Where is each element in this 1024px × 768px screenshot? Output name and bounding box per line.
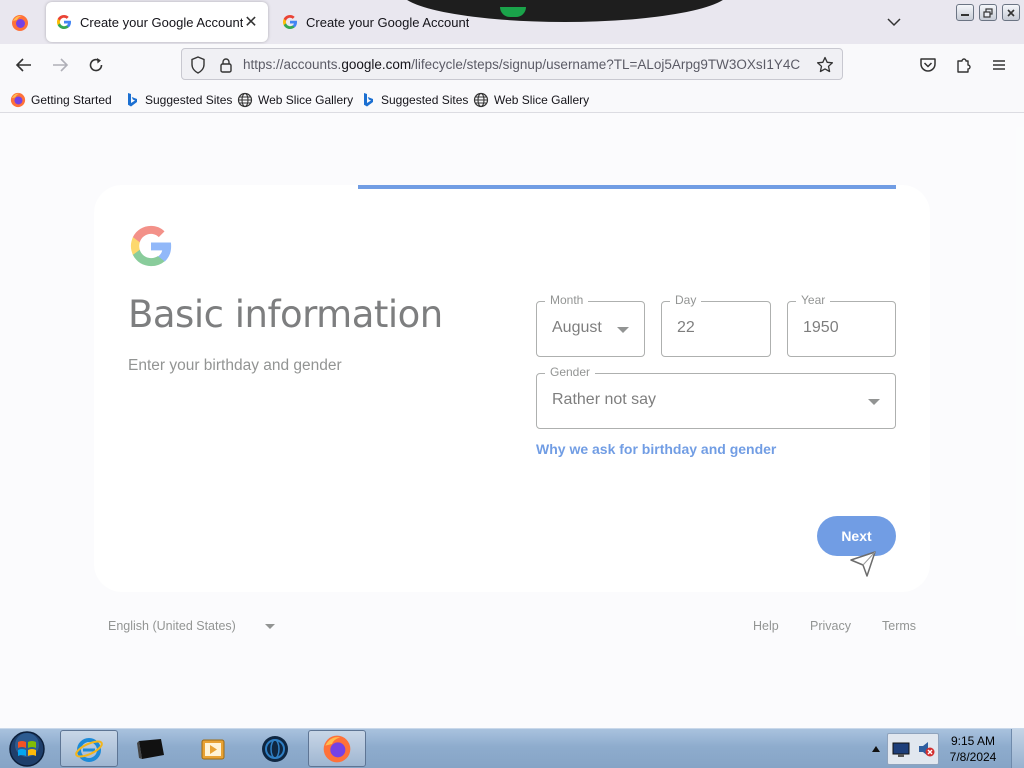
google-g-icon: [283, 15, 297, 29]
show-hidden-icons-button[interactable]: [869, 741, 883, 757]
pocket-icon: [920, 58, 936, 72]
close-window-button[interactable]: [1002, 4, 1020, 21]
hamburger-menu-icon: [993, 60, 1005, 70]
close-icon[interactable]: ✕: [242, 13, 260, 31]
page-viewport: Basic information Enter your birthday an…: [0, 113, 1024, 728]
restore-button[interactable]: [979, 4, 997, 21]
start-button[interactable]: [6, 730, 48, 768]
month-value: August: [552, 319, 602, 336]
day-value: 22: [677, 319, 695, 336]
media-player-icon: [201, 739, 225, 759]
tray-icons: [887, 733, 939, 765]
reload-button[interactable]: [82, 51, 110, 79]
bookmarks-toolbar: Getting Started Suggested Sites Web Slic…: [0, 86, 1024, 113]
restore-icon: [983, 7, 993, 18]
internet-explorer-icon: [75, 737, 103, 762]
firefox-icon: [12, 15, 28, 31]
clock-time: 9:15 AM: [950, 734, 996, 748]
taskbar-app-network[interactable]: [246, 730, 304, 767]
mouse-pointer-icon: [850, 551, 876, 577]
help-link[interactable]: Help: [753, 619, 779, 633]
windows-logo-icon: [9, 731, 45, 767]
language-selector[interactable]: English (United States): [108, 619, 236, 633]
system-tray: 9:15 AM 7/8/2024: [865, 729, 1024, 768]
tab-title: Create your Google Account: [80, 14, 244, 30]
bookmark-web-slice-gallery[interactable]: Web Slice Gallery: [473, 90, 589, 110]
privacy-link[interactable]: Privacy: [810, 619, 851, 633]
terminal-icon: [137, 738, 164, 759]
taskbar-app-media-player[interactable]: [184, 730, 242, 767]
year-label: Year: [796, 293, 831, 307]
arrow-right-icon: [53, 58, 69, 72]
tab-create-account-active[interactable]: Create your Google Account ✕: [46, 2, 268, 42]
puzzle-icon: [957, 58, 971, 73]
progress-bar-fill: [358, 185, 896, 189]
taskbar-app-terminal[interactable]: [122, 730, 180, 767]
menu-button[interactable]: [985, 51, 1013, 79]
forward-button[interactable]: [46, 51, 74, 79]
year-value: 1950: [803, 319, 839, 336]
volume-muted-icon[interactable]: [916, 739, 936, 759]
dropdown-arrow-icon[interactable]: [265, 624, 275, 629]
globe-icon: [473, 92, 489, 108]
chevron-down-icon: [887, 18, 901, 27]
clock-date: 7/8/2024: [949, 750, 997, 764]
firefox-icon: [10, 92, 26, 108]
globe-icon: [237, 92, 253, 108]
display-icon[interactable]: [891, 739, 911, 759]
chevron-up-icon: [872, 746, 880, 752]
bookmark-star-icon[interactable]: [814, 54, 836, 76]
page-title: Basic information: [128, 293, 443, 336]
back-button[interactable]: [10, 51, 38, 79]
signup-card: Basic information Enter your birthday an…: [94, 185, 930, 592]
clock[interactable]: 9:15 AM 7/8/2024: [941, 733, 1005, 765]
list-all-tabs-button[interactable]: [884, 12, 904, 32]
bookmark-suggested-sites[interactable]: Suggested Sites: [124, 90, 232, 110]
minimize-button[interactable]: [956, 4, 974, 21]
tab-title: Create your Google Account: [306, 14, 470, 30]
show-desktop-button[interactable]: [1011, 729, 1024, 768]
google-g-icon: [57, 15, 71, 29]
navigation-toolbar: https://accounts.google.com/lifecycle/st…: [0, 44, 1024, 86]
url-text[interactable]: https://accounts.google.com/lifecycle/st…: [243, 57, 805, 72]
address-bar[interactable]: https://accounts.google.com/lifecycle/st…: [181, 48, 843, 80]
dropdown-arrow-icon: [617, 327, 629, 333]
bookmark-web-slice-gallery[interactable]: Web Slice Gallery: [237, 90, 353, 110]
firefox-view-button[interactable]: [6, 10, 34, 36]
day-label: Day: [670, 293, 702, 307]
page-footer: English (United States) Help Privacy Ter…: [94, 616, 930, 640]
taskbar-app-firefox[interactable]: [308, 730, 366, 767]
reload-icon: [89, 58, 103, 72]
taskbar: 9:15 AM 7/8/2024: [0, 728, 1024, 768]
progress-bar: [128, 185, 896, 189]
dropdown-arrow-icon: [868, 399, 880, 405]
firefox-icon: [323, 735, 351, 762]
gender-label: Gender: [545, 365, 596, 379]
why-we-ask-link[interactable]: Why we ask for birthday and gender: [536, 441, 776, 457]
month-select[interactable]: Month August: [536, 293, 645, 357]
taskbar-app-internet-explorer[interactable]: [60, 730, 118, 767]
gender-value: Rather not say: [552, 391, 657, 408]
minimize-icon: [961, 13, 969, 16]
tracking-protection-icon[interactable]: [188, 55, 208, 75]
page-subtitle: Enter your birthday and gender: [128, 357, 342, 374]
month-label: Month: [545, 293, 589, 307]
tab-create-account[interactable]: Create your Google Account: [272, 2, 482, 42]
lock-icon[interactable]: [216, 55, 236, 75]
year-input[interactable]: Year 1950: [787, 293, 896, 357]
tab-bar: Create your Google Account ✕ Create your…: [0, 0, 1024, 44]
pocket-button[interactable]: [914, 51, 942, 79]
close-icon: [1007, 8, 1015, 17]
bing-icon: [124, 92, 140, 108]
terms-link[interactable]: Terms: [882, 619, 916, 633]
google-logo-icon: [130, 225, 172, 267]
bookmark-getting-started[interactable]: Getting Started: [10, 90, 112, 110]
extensions-button[interactable]: [950, 51, 978, 79]
bookmark-suggested-sites[interactable]: Suggested Sites: [360, 90, 468, 110]
network-globe-icon: [262, 735, 288, 762]
gender-select[interactable]: Gender Rather not say: [536, 365, 896, 429]
day-input[interactable]: Day 22: [661, 293, 771, 357]
bing-icon: [360, 92, 376, 108]
arrow-left-icon: [15, 58, 31, 72]
